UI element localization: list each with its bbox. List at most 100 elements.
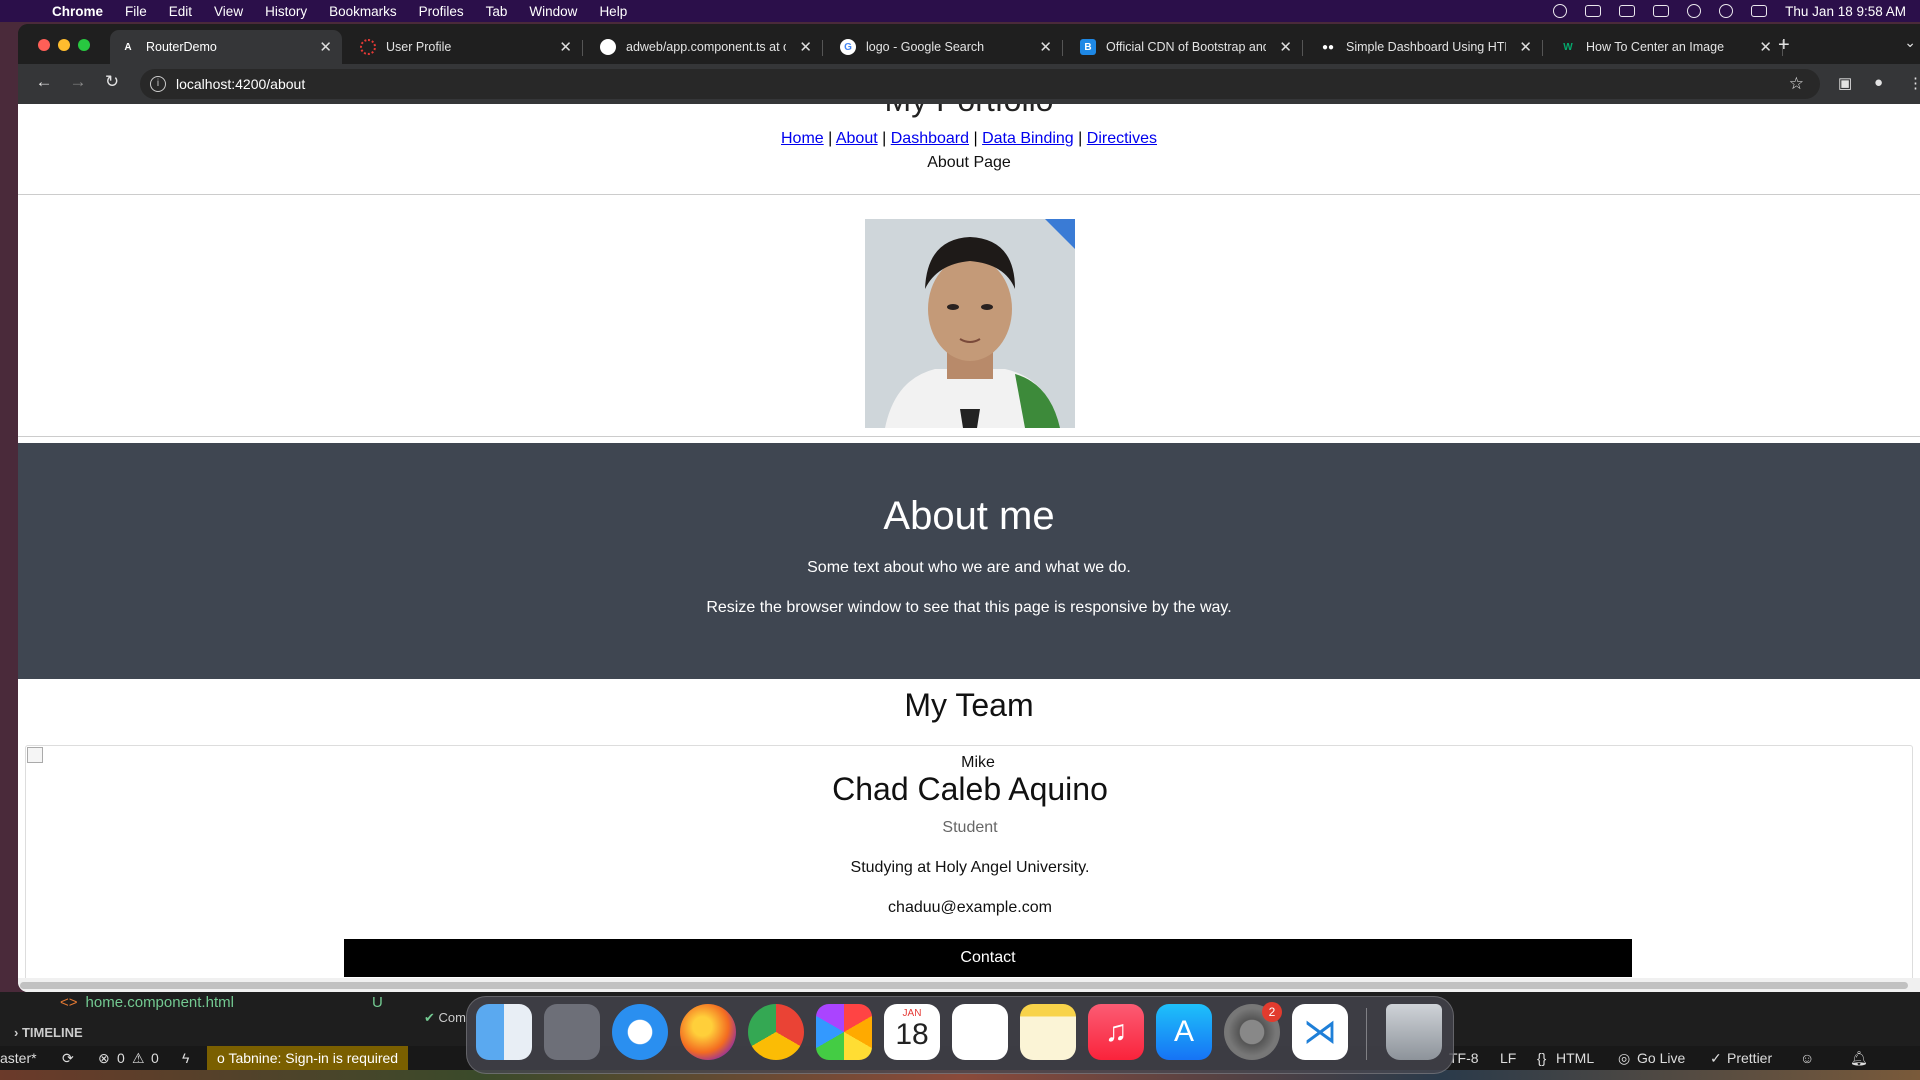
menu-tab[interactable]: Tab [486,4,508,19]
tab-search-icon[interactable]: ⌄ [1904,34,1916,51]
divider [18,194,1920,195]
menu-view[interactable]: View [214,4,243,19]
tab-user-profile[interactable]: User Profile ✕ [350,30,583,64]
nav-link-directives[interactable]: Directives [1087,130,1157,147]
tab-dashboard-medium[interactable]: ●● Simple Dashboard Using HTM ✕ [1310,30,1543,64]
mute-icon[interactable] [1653,5,1670,17]
reload-icon[interactable]: ↻ [100,72,124,92]
bookmark-star-icon[interactable]: ☆ [1789,74,1804,94]
close-tab-icon[interactable]: ✕ [319,38,332,56]
screen-mirroring-icon[interactable] [1619,5,1636,17]
tab-title: adweb/app.component.ts at c [626,40,786,54]
firefox-icon[interactable] [680,1004,736,1060]
minimize-window-button[interactable] [58,39,70,51]
tab-title: logo - Google Search [866,40,985,54]
line-ending[interactable]: LF [1500,1050,1516,1066]
chrome-menu-icon[interactable]: ⋮ [1908,74,1920,92]
trash-icon[interactable] [1386,1004,1442,1060]
git-branch[interactable]: aster* [0,1050,37,1066]
close-tab-icon[interactable]: ✕ [1519,38,1532,56]
tab-google-search[interactable]: G logo - Google Search ✕ [830,30,1063,64]
menu-edit[interactable]: Edit [169,4,192,19]
menu-window[interactable]: Window [529,4,577,19]
side-panel-icon[interactable]: ▣ [1838,74,1852,92]
language-mode[interactable]: HTML [1556,1050,1594,1066]
vscode-icon[interactable]: ⋊ [1292,1004,1348,1060]
close-tab-icon[interactable]: ✕ [1039,38,1052,56]
tab-routerdemo[interactable]: A RouterDemo ✕ [110,30,342,64]
photos-icon[interactable] [816,1004,872,1060]
notifications-icon[interactable]: 🔔︎ [1850,1050,1868,1067]
nav-separator: | [1078,130,1083,147]
tab-title: Official CDN of Bootstrap and [1106,40,1266,54]
control-center-icon[interactable] [1751,5,1768,17]
warning-icon[interactable]: ⚠ [132,1050,145,1067]
safari-icon[interactable] [612,1004,668,1060]
nav-link-data-binding[interactable]: Data Binding [982,130,1074,147]
menu-help[interactable]: Help [599,4,627,19]
warning-count[interactable]: 0 [151,1050,159,1066]
site-nav: Home | About | Dashboard | Data Binding … [18,130,1920,148]
site-title: My Portfolio [18,104,1920,119]
back-icon[interactable]: ← [32,72,56,92]
tab-center-image[interactable]: W How To Center an Image ✕ [1550,30,1783,64]
divider [18,436,1920,437]
address-bar-url[interactable]: localhost:4200/about [176,76,305,92]
chrome-window: A RouterDemo ✕ User Profile ✕ adweb/app.… [18,24,1920,992]
error-icon[interactable]: ⊗ [98,1050,110,1067]
explorer-file-item[interactable]: <> home.component.html U [60,994,383,1011]
menu-history[interactable]: History [265,4,307,19]
close-window-button[interactable] [38,39,50,51]
timeline-section[interactable]: › TIMELINE [0,1022,420,1044]
close-tab-icon[interactable]: ✕ [559,38,572,56]
sync-icon[interactable]: ⟳ [62,1050,74,1067]
prettier[interactable]: Prettier [1727,1050,1772,1066]
account-icon[interactable]: ☺ [1800,1050,1814,1066]
new-tab-icon[interactable]: + [1778,34,1790,57]
music-icon[interactable]: ♫ [1088,1004,1144,1060]
tab-github[interactable]: adweb/app.component.ts at c ✕ [590,30,823,64]
nav-link-home[interactable]: Home [781,130,824,147]
chrome-icon[interactable] [748,1004,804,1060]
address-bar[interactable]: i localhost:4200/about ☆ [140,69,1820,99]
close-tab-icon[interactable]: ✕ [799,38,812,56]
menu-app-name[interactable]: Chrome [52,4,103,19]
finder-icon[interactable] [476,1004,532,1060]
menu-profiles[interactable]: Profiles [419,4,464,19]
nav-link-about[interactable]: About [836,130,878,147]
site-info-icon[interactable]: i [150,76,166,92]
launchpad-icon[interactable] [544,1004,600,1060]
contact-button[interactable]: Contact [344,939,1632,977]
zoom-window-button[interactable] [78,39,90,51]
profile-icon[interactable]: ● [1874,74,1883,91]
tab-bootstrap-cdn[interactable]: B Official CDN of Bootstrap and ✕ [1070,30,1303,64]
cloud-sync-icon[interactable] [1585,5,1602,17]
lightning-icon[interactable]: ϟ [182,1050,189,1066]
scrollbar-thumb[interactable] [20,982,1908,989]
go-live[interactable]: Go Live [1637,1050,1685,1066]
calendar-icon[interactable]: JAN 18 [884,1004,940,1060]
nav-separator: | [973,130,978,147]
nav-link-dashboard[interactable]: Dashboard [891,130,969,147]
wifi-icon[interactable] [1687,4,1702,18]
forward-icon[interactable]: → [66,72,90,92]
reminders-icon[interactable] [952,1004,1008,1060]
page-viewport: My Portfolio Home | About | Dashboard | … [18,104,1920,992]
creative-cloud-icon[interactable] [1553,4,1568,18]
member-role: Student [942,819,998,836]
close-tab-icon[interactable]: ✕ [1759,38,1772,56]
error-count[interactable]: 0 [117,1050,125,1066]
member-bio: Studying at Holy Angel University. [850,859,1090,876]
menu-file[interactable]: File [125,4,147,19]
close-tab-icon[interactable]: ✕ [1279,38,1292,56]
about-section: About me Some text about who we are and … [18,443,1920,679]
spotlight-search-icon[interactable] [1719,4,1734,18]
app-store-icon[interactable]: A [1156,1004,1212,1060]
file-status: U [372,994,383,1011]
notes-icon[interactable] [1020,1004,1076,1060]
tabnine-status[interactable]: o Tabnine: Sign-in is required [207,1046,409,1070]
horizontal-scrollbar[interactable] [18,978,1920,992]
menubar-clock[interactable]: Thu Jan 18 9:58 AM [1785,4,1906,19]
menu-bookmarks[interactable]: Bookmarks [329,4,397,19]
member-email: chaduu@example.com [888,899,1052,916]
